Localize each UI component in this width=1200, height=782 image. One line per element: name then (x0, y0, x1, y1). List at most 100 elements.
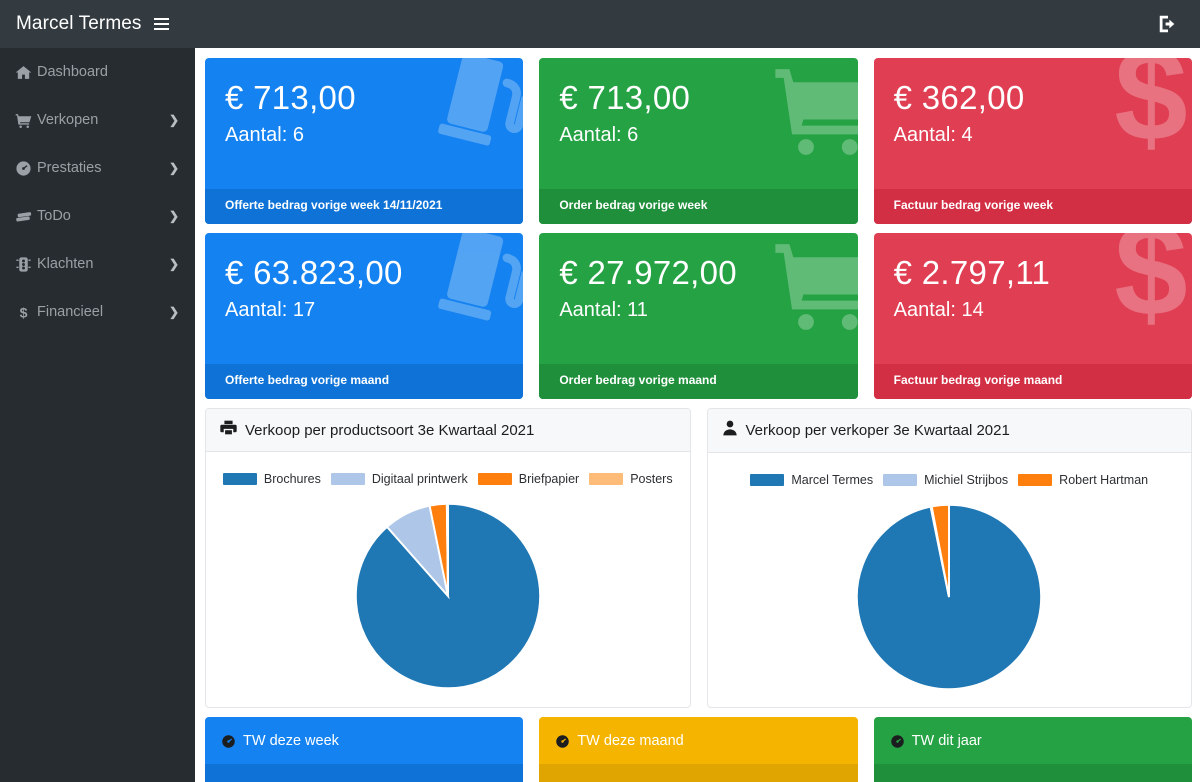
sidebar-item-label: Verkopen (37, 112, 99, 128)
stat-card-value: € 27.972,00 (559, 254, 737, 291)
stat-card-value: € 713,00 (225, 79, 356, 116)
legend-item[interactable]: Digitaal printwerk (330, 472, 468, 486)
stat-card-value: € 362,00 (893, 79, 1025, 116)
stat-card-factuur-maand[interactable]: $ € 2.797,11 Aantal: 14 Factuur bedrag v… (873, 233, 1192, 399)
pie-chart-container (718, 491, 1182, 703)
tw-card-footer (539, 764, 858, 782)
stat-card-count: Aantal: 14 (893, 298, 984, 321)
stat-card-count: Aantal: 6 (225, 123, 304, 146)
chart-panels-row: Verkoop per productsoort 3e Kwartaal 202… (205, 408, 1192, 708)
legend-item[interactable]: Robert Hartman (1018, 473, 1148, 487)
top-navbar: Marcel Termes (0, 0, 1200, 48)
printer-icon (220, 420, 237, 440)
pie-chart-container (216, 490, 680, 702)
chart-legend: Marcel Termes Michiel Strijbos Robert Ha… (718, 473, 1182, 487)
stat-card-body: € 63.823,00 Aantal: 17 (205, 233, 524, 364)
legend-swatch (589, 473, 624, 485)
stat-card-value: € 63.823,00 (225, 254, 403, 291)
home-icon (15, 64, 37, 81)
legend-label: Michiel Strijbos (924, 473, 1009, 487)
legend-swatch (222, 473, 257, 485)
main-content: € 713,00 Aantal: 6 Offerte bedrag vorige… (195, 48, 1200, 782)
panel-body: Marcel Termes Michiel Strijbos Robert Ha… (708, 453, 1192, 707)
sign-out-icon (1159, 15, 1175, 33)
pie-chart-productsoort[interactable] (352, 500, 544, 692)
stat-card-factuur-week[interactable]: $ € 362,00 Aantal: 4 Factuur bedrag vori… (873, 58, 1192, 224)
brand-area: Marcel Termes (0, 13, 195, 35)
pie-slice[interactable] (445, 502, 449, 597)
tw-cards-row: TW deze week TW deze maand TW dit jaar (205, 717, 1192, 782)
tachometer-icon (890, 734, 905, 749)
stat-card-footer: Factuur bedrag vorige maand (873, 364, 1192, 399)
tachometer-icon (15, 160, 37, 177)
legend-label: Digitaal printwerk (371, 472, 468, 486)
stat-card-body: € 713,00 Aantal: 6 (205, 58, 524, 189)
brand-title: Marcel Termes (16, 13, 142, 34)
hamburger-icon[interactable] (153, 18, 169, 30)
legend-label: Brochures (263, 472, 321, 486)
stat-card-value: € 713,00 (559, 79, 691, 116)
legend-item[interactable]: Briefpapier (477, 472, 579, 486)
traffic-light-icon (15, 256, 37, 273)
stat-card-offerte-week[interactable]: € 713,00 Aantal: 6 Offerte bedrag vorige… (205, 58, 524, 224)
sidebar-item-todo[interactable]: ToDo ❯ (0, 192, 195, 240)
sidebar-item-verkopen[interactable]: Verkopen ❯ (0, 96, 195, 144)
tw-card-title: TW deze week (243, 733, 339, 749)
panel-verkoop-per-productsoort: Verkoop per productsoort 3e Kwartaal 202… (205, 408, 691, 708)
stat-card-body: $ € 2.797,11 Aantal: 14 (874, 233, 1192, 364)
tasks-icon (15, 208, 37, 225)
tw-card-header: TW deze maand (539, 717, 857, 764)
tw-card-deze-maand[interactable]: TW deze maand (539, 717, 858, 782)
stat-card-footer: Order bedrag vorige maand (539, 364, 858, 399)
chevron-right-icon: ❯ (168, 113, 179, 127)
sidebar-item-prestaties[interactable]: Prestaties ❯ (0, 144, 195, 192)
sidebar-item-label: Financieel (37, 304, 104, 320)
sidebar-item-label: Klachten (37, 256, 94, 272)
stat-card-order-maand[interactable]: € 27.972,00 Aantal: 11 Order bedrag vori… (539, 233, 858, 399)
tw-card-header: TW dit jaar (874, 717, 1192, 764)
sidebar-item-klachten[interactable]: Klachten ❯ (0, 240, 195, 288)
stat-card-offerte-maand[interactable]: € 63.823,00 Aantal: 17 Offerte bedrag vo… (205, 233, 524, 399)
tw-card-title: TW deze maand (577, 733, 684, 749)
stat-card-value: € 2.797,11 (893, 254, 1051, 291)
stat-card-count: Aantal: 11 (559, 298, 648, 321)
stat-card-order-week[interactable]: € 713,00 Aantal: 6 Order bedrag vorige w… (539, 58, 858, 224)
stat-card-count: Aantal: 17 (225, 298, 316, 321)
stat-card-footer: Offerte bedrag vorige maand (205, 364, 524, 399)
legend-swatch (330, 473, 365, 485)
tw-card-dit-jaar[interactable]: TW dit jaar (873, 717, 1192, 782)
chevron-right-icon: ❯ (168, 209, 179, 223)
sidebar-item-label: ToDo (37, 208, 71, 224)
stat-cards-row-month: € 63.823,00 Aantal: 17 Offerte bedrag vo… (205, 233, 1192, 399)
panel-body: Brochures Digitaal printwerk Briefpapier (206, 452, 690, 706)
panel-title: Verkoop per verkoper 3e Kwartaal 2021 (745, 422, 1010, 439)
legend-swatch (883, 474, 918, 486)
stat-card-count: Aantal: 4 (893, 123, 973, 146)
legend-label: Posters (630, 472, 673, 486)
legend-item[interactable]: Brochures (222, 472, 321, 486)
tw-card-deze-week[interactable]: TW deze week (205, 717, 524, 782)
panel-header: Verkoop per productsoort 3e Kwartaal 202… (206, 409, 690, 452)
chevron-right-icon: ❯ (168, 305, 179, 319)
tachometer-icon (221, 734, 236, 749)
sidebar: Dashboard Verkopen ❯ Prestaties ❯ ToDo ❯ (0, 48, 195, 782)
stat-card-body: $ € 362,00 Aantal: 4 (874, 58, 1192, 189)
tw-card-footer (205, 764, 524, 782)
legend-label: Robert Hartman (1059, 473, 1149, 487)
user-tie-icon (722, 420, 738, 441)
sidebar-item-financieel[interactable]: $ Financieel ❯ (0, 288, 195, 336)
legend-swatch (1018, 474, 1053, 486)
logout-button[interactable] (1144, 0, 1192, 48)
stat-card-count: Aantal: 6 (559, 123, 639, 146)
chart-legend: Brochures Digitaal printwerk Briefpapier (216, 472, 680, 486)
legend-item[interactable]: Marcel Termes (750, 473, 873, 487)
tw-card-header: TW deze week (205, 717, 523, 764)
sidebar-item-label: Prestaties (37, 160, 102, 176)
legend-item[interactable]: Posters (589, 472, 673, 486)
sidebar-item-dashboard[interactable]: Dashboard (0, 48, 195, 96)
svg-text:$: $ (20, 305, 28, 321)
dollar-icon: $ (15, 304, 37, 321)
stat-card-footer: Offerte bedrag vorige week 14/11/2021 (205, 189, 524, 224)
pie-chart-verkoper[interactable] (853, 501, 1045, 693)
legend-item[interactable]: Michiel Strijbos (883, 473, 1008, 487)
